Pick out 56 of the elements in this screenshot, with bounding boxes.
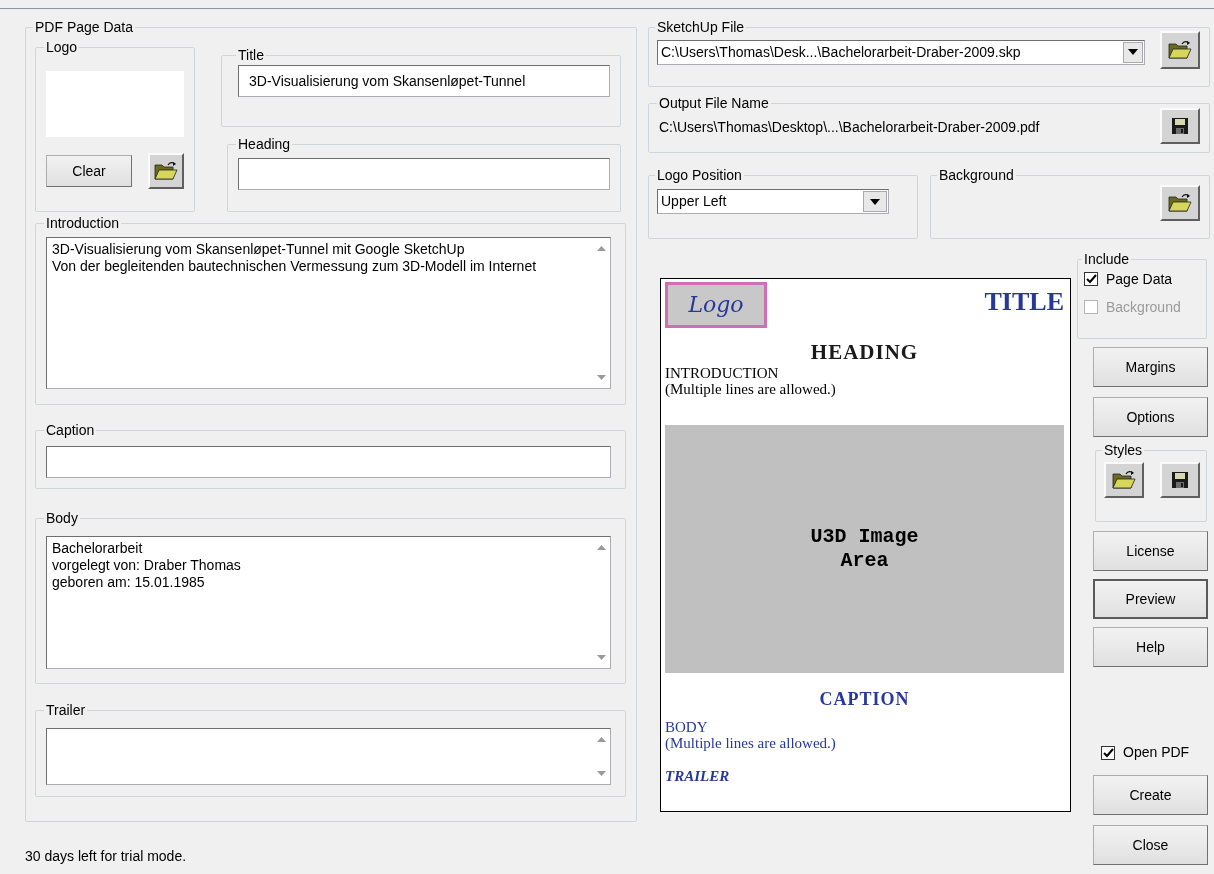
group-label: Output File Name: [658, 95, 770, 111]
group-label: Caption: [45, 422, 96, 438]
folder-icon: [1168, 40, 1192, 60]
preview-heading: HEADING: [809, 340, 920, 366]
group-label: Include: [1083, 251, 1131, 267]
group-label: Introduction: [45, 215, 121, 231]
checkbox[interactable]: [1101, 745, 1115, 760]
open-file-button[interactable]: [1160, 31, 1200, 69]
group-label: Trailer: [45, 702, 87, 718]
status-text: 30 days left for trial mode.: [25, 848, 187, 865]
check-icon: [1085, 274, 1097, 285]
dialog-button[interactable]: Margins: [1093, 347, 1208, 387]
open-logo-button[interactable]: [148, 153, 184, 189]
group-label: SketchUp File: [656, 19, 746, 35]
dialog-button[interactable]: Create: [1093, 775, 1208, 815]
group-label: Logo: [45, 39, 79, 55]
group-label: Heading: [237, 136, 292, 152]
dialog-button[interactable]: Preview: [1093, 579, 1208, 619]
dialog-button[interactable]: Help: [1093, 627, 1208, 667]
group-label: PDF Page Data: [34, 19, 135, 35]
check-icon: [1102, 747, 1114, 758]
group-label: Background: [938, 167, 1015, 183]
group-label: Body: [45, 510, 79, 526]
checkbox-label: Background: [1106, 298, 1181, 316]
preview-body: BODY (Multiple lines are allowed.): [665, 718, 837, 751]
title-field[interactable]: 3D-Visualisierung vom Skansenløpet-Tunnel: [238, 65, 610, 97]
preview-logo: Logo: [665, 282, 767, 328]
checkbox-label: Page Data: [1106, 271, 1173, 288]
folder-icon: [154, 161, 178, 181]
open-background-button[interactable]: [1160, 185, 1200, 221]
dialog-button[interactable]: License: [1093, 531, 1208, 571]
output-file-path: C:\Users\Thomas\Desktop\...\Bachelorarbeit-Draber-2009.pdf: [659, 119, 1040, 136]
checkbox-label: Open PDF: [1123, 744, 1190, 761]
save-file-button[interactable]: [1160, 108, 1200, 144]
caption-field[interactable]: [46, 446, 611, 478]
dialog-button[interactable]: Close: [1093, 825, 1208, 865]
dropdown-arrow-icon: [870, 198, 880, 205]
preview-caption: CAPTION: [818, 689, 911, 711]
file-combo-box[interactable]: C:\Users\Thomas\Desk...\Bachelorarbeit-Draber-2009.skp: [657, 39, 1145, 65]
checkbox[interactable]: [1084, 272, 1098, 287]
image-area-label: U3D Image Area: [810, 525, 919, 574]
heading-field[interactable]: [238, 158, 610, 190]
dropdown-arrow-icon: [1128, 49, 1138, 55]
group-label: Styles: [1103, 442, 1144, 458]
preview-introduction: INTRODUCTION (Multiple lines are allowed.): [665, 365, 837, 398]
load-style-button[interactable]: [1104, 462, 1144, 498]
preview-trailer: TRAILER: [665, 767, 731, 784]
logo-position-combo-box[interactable]: Upper Left: [657, 189, 889, 214]
group-label: Title: [237, 47, 265, 63]
folder-icon: [1112, 470, 1136, 490]
save-style-button[interactable]: [1160, 462, 1200, 498]
folder-icon: [1168, 193, 1192, 213]
clear-button[interactable]: Clear: [46, 155, 132, 187]
preview-title: TITLE: [984, 286, 1064, 318]
group-label: Logo Position: [656, 167, 743, 183]
dialog-button[interactable]: Options: [1093, 397, 1208, 437]
